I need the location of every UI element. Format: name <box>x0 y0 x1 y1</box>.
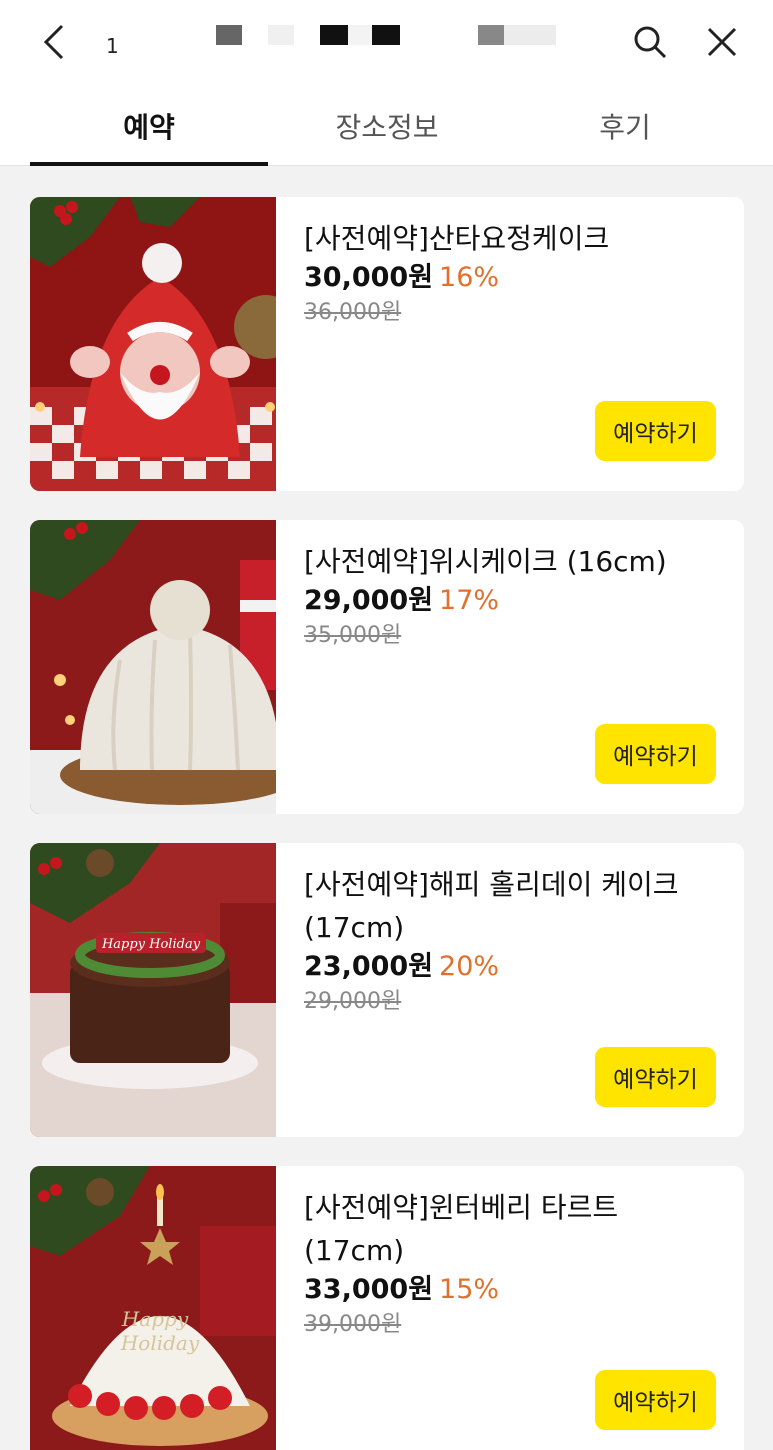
close-icon <box>707 27 737 57</box>
discount-rate: 15% <box>439 1274 500 1305</box>
redacted-title-block <box>216 25 242 45</box>
sale-price: 33,000원 <box>304 1274 434 1305</box>
tab-bar: 예약 장소정보 후기 <box>0 86 773 166</box>
reserve-button[interactable]: 예약하기 <box>595 401 716 461</box>
place-title: 1 <box>106 34 119 58</box>
product-image-wish-cake <box>30 520 276 814</box>
sale-price: 30,000원 <box>304 262 434 293</box>
top-bar: 1 <box>0 0 773 86</box>
product-info: [사전예약]해피 홀리데이 케이크 (17cm) 23,000원 20% 29,0… <box>304 863 724 1019</box>
product-card[interactable]: Happy Holiday [사전예약]윈터베리 타르트 (17cm) 33,0… <box>30 1166 744 1450</box>
product-name: [사전예약]산타요정케이크 <box>304 222 610 255</box>
product-image-santa-cake <box>30 197 276 491</box>
tab-reservation[interactable]: 예약 <box>30 86 268 166</box>
sale-price: 23,000원 <box>304 951 434 982</box>
original-price: 36,000원 <box>304 300 402 325</box>
reserve-button[interactable]: 예약하기 <box>595 1047 716 1107</box>
price-line: 33,000원 15% <box>304 1272 724 1308</box>
product-info: [사전예약]윈터베리 타르트 (17cm) 33,000원 15% 39,000원 <box>304 1186 724 1342</box>
search-button[interactable] <box>626 18 674 66</box>
product-image-winterberry-tart: Happy Holiday <box>30 1166 276 1450</box>
tab-reviews[interactable]: 후기 <box>506 86 744 166</box>
redacted-title-block <box>478 25 504 45</box>
price-line: 23,000원 20% <box>304 949 724 985</box>
product-info: [사전예약]위시케이크 (16cm) 29,000원 17% 35,000원 <box>304 540 724 653</box>
redacted-title-block <box>348 25 372 45</box>
redacted-title-block <box>504 25 556 45</box>
product-card[interactable]: [사전예약]산타요정케이크 30,000원 16% 36,000원 예약하기 <box>30 197 744 491</box>
product-name: [사전예약]해피 홀리데이 케이크 (17cm) <box>304 868 679 944</box>
chevron-left-icon <box>43 24 64 60</box>
discount-rate: 16% <box>439 262 500 293</box>
product-image-happy-holiday-cake: Happy Holiday <box>30 843 276 1137</box>
svg-text:Happy Holiday: Happy Holiday <box>101 937 201 952</box>
discount-rate: 17% <box>439 585 500 616</box>
search-icon <box>634 26 667 59</box>
back-button[interactable] <box>30 18 78 66</box>
price-line: 30,000원 16% <box>304 260 724 296</box>
original-price: 35,000원 <box>304 623 402 648</box>
product-info: [사전예약]산타요정케이크 30,000원 16% 36,000원 <box>304 217 724 330</box>
discount-rate: 20% <box>439 951 500 982</box>
product-name: [사전예약]위시케이크 (16cm) <box>304 545 667 578</box>
redacted-title-block <box>320 25 348 45</box>
close-button[interactable] <box>698 18 746 66</box>
redacted-title-block <box>372 25 400 45</box>
product-name: [사전예약]윈터베리 타르트 (17cm) <box>304 1191 619 1267</box>
product-card[interactable]: [사전예약]위시케이크 (16cm) 29,000원 17% 35,000원 예약… <box>30 520 744 814</box>
svg-text:Holiday: Holiday <box>120 1331 200 1355</box>
redacted-title-block <box>268 25 294 45</box>
svg-text:Happy: Happy <box>121 1307 189 1331</box>
sale-price: 29,000원 <box>304 585 434 616</box>
active-tab-indicator <box>30 162 268 166</box>
original-price: 29,000원 <box>304 989 402 1014</box>
price-line: 29,000원 17% <box>304 583 724 619</box>
product-card[interactable]: Happy Holiday [사전예약]해피 홀리데이 케이크 (17cm) 2… <box>30 843 744 1137</box>
reserve-button[interactable]: 예약하기 <box>595 1370 716 1430</box>
tab-place-info[interactable]: 장소정보 <box>268 86 506 166</box>
original-price: 39,000원 <box>304 1312 402 1337</box>
reserve-button[interactable]: 예약하기 <box>595 724 716 784</box>
